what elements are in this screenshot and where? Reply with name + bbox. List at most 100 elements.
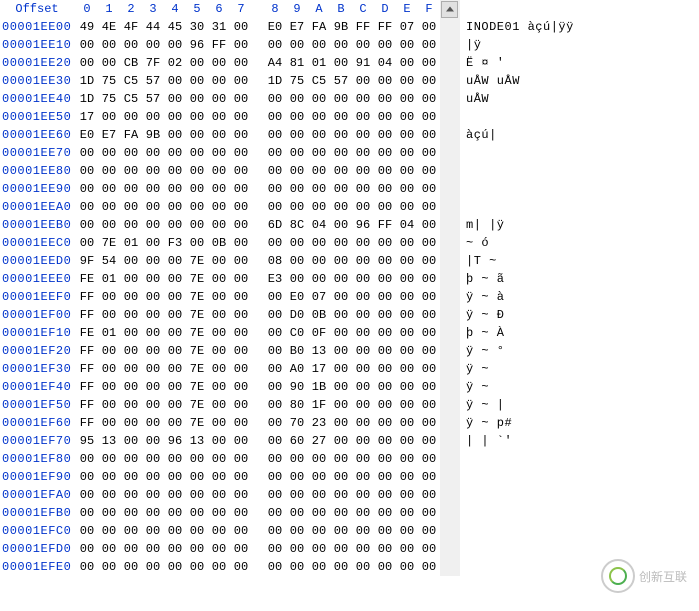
hex-byte[interactable]: 00 — [230, 432, 252, 450]
hex-byte[interactable]: 00 — [264, 126, 286, 144]
hex-byte[interactable]: 00 — [164, 522, 186, 540]
hex-byte[interactable]: 1D — [76, 72, 98, 90]
hex-byte[interactable]: 00 — [330, 342, 352, 360]
scroll-track[interactable] — [440, 324, 460, 342]
hex-byte[interactable]: 00 — [264, 198, 286, 216]
hex-byte[interactable]: 00 — [374, 144, 396, 162]
hex-byte[interactable]: 00 — [286, 198, 308, 216]
hex-byte[interactable]: B0 — [286, 342, 308, 360]
hex-byte[interactable]: 00 — [186, 198, 208, 216]
hex-byte[interactable]: 00 — [264, 324, 286, 342]
hex-byte[interactable]: 49 — [76, 18, 98, 36]
hex-byte[interactable]: FA — [120, 126, 142, 144]
hex-byte[interactable]: 00 — [308, 126, 330, 144]
hex-byte[interactable]: 00 — [374, 360, 396, 378]
ascii-cell[interactable]: ÿ ~ — [460, 378, 600, 396]
hex-byte[interactable]: 00 — [418, 504, 440, 522]
hex-byte[interactable]: 00 — [374, 108, 396, 126]
hex-byte[interactable]: FF — [76, 396, 98, 414]
hex-byte[interactable]: 00 — [164, 342, 186, 360]
hex-byte[interactable]: C5 — [120, 90, 142, 108]
ascii-cell[interactable]: | | `' — [460, 432, 600, 450]
hex-byte[interactable]: 00 — [308, 198, 330, 216]
hex-byte[interactable]: 00 — [208, 126, 230, 144]
hex-row[interactable]: 00001EFA00000000000000000000000000000000… — [0, 486, 600, 504]
scroll-track[interactable] — [440, 72, 460, 90]
hex-byte[interactable]: 00 — [186, 126, 208, 144]
scroll-track[interactable] — [440, 252, 460, 270]
hex-byte[interactable]: 00 — [330, 468, 352, 486]
hex-byte[interactable]: 00 — [230, 234, 252, 252]
hex-byte[interactable]: 00 — [418, 378, 440, 396]
hex-byte[interactable]: 00 — [396, 234, 418, 252]
hex-byte[interactable]: 00 — [264, 108, 286, 126]
hex-byte[interactable]: 00 — [352, 486, 374, 504]
hex-byte[interactable]: 00 — [142, 450, 164, 468]
hex-byte[interactable]: 00 — [418, 18, 440, 36]
hex-byte[interactable]: 9F — [76, 252, 98, 270]
scroll-track[interactable] — [440, 270, 460, 288]
hex-byte[interactable]: 00 — [230, 198, 252, 216]
hex-byte[interactable]: 7E — [186, 288, 208, 306]
ascii-cell[interactable] — [460, 198, 600, 216]
hex-byte[interactable]: 00 — [120, 144, 142, 162]
hex-byte[interactable]: 00 — [120, 486, 142, 504]
hex-byte[interactable]: 00 — [120, 288, 142, 306]
hex-byte[interactable]: 00 — [264, 540, 286, 558]
hex-byte[interactable]: 00 — [418, 90, 440, 108]
ascii-cell[interactable]: ÿ ~ — [460, 360, 600, 378]
hex-byte[interactable]: 00 — [264, 396, 286, 414]
hex-byte[interactable]: 00 — [142, 504, 164, 522]
hex-byte[interactable]: 00 — [396, 324, 418, 342]
hex-byte[interactable]: 00 — [208, 72, 230, 90]
hex-byte[interactable]: 00 — [230, 324, 252, 342]
hex-byte[interactable]: 00 — [374, 270, 396, 288]
hex-byte[interactable]: 00 — [374, 396, 396, 414]
scroll-track[interactable] — [440, 36, 460, 54]
ascii-cell[interactable]: ~ ó — [460, 234, 600, 252]
hex-byte[interactable]: 01 — [98, 324, 120, 342]
ascii-cell[interactable]: m| |ÿ — [460, 216, 600, 234]
hex-byte[interactable]: 00 — [264, 558, 286, 576]
hex-byte[interactable]: 81 — [286, 54, 308, 72]
hex-byte[interactable]: 00 — [418, 540, 440, 558]
hex-byte[interactable]: 00 — [230, 360, 252, 378]
hex-byte[interactable]: 00 — [396, 198, 418, 216]
ascii-cell[interactable]: àçú| — [460, 126, 600, 144]
hex-byte[interactable]: 96 — [186, 36, 208, 54]
hex-byte[interactable]: 00 — [76, 540, 98, 558]
hex-byte[interactable]: 00 — [374, 414, 396, 432]
hex-byte[interactable]: 00 — [396, 90, 418, 108]
hex-byte[interactable]: 00 — [76, 36, 98, 54]
hex-byte[interactable]: 00 — [418, 180, 440, 198]
hex-byte[interactable]: C0 — [286, 324, 308, 342]
hex-byte[interactable]: 00 — [352, 360, 374, 378]
hex-byte[interactable]: 00 — [186, 504, 208, 522]
hex-byte[interactable]: 60 — [286, 432, 308, 450]
hex-byte[interactable]: 00 — [418, 414, 440, 432]
hex-byte[interactable]: 00 — [186, 108, 208, 126]
hex-byte[interactable]: FF — [76, 378, 98, 396]
hex-byte[interactable]: 00 — [374, 522, 396, 540]
hex-byte[interactable]: 00 — [142, 414, 164, 432]
hex-byte[interactable]: 00 — [396, 486, 418, 504]
hex-byte[interactable]: 00 — [308, 486, 330, 504]
hex-byte[interactable]: 00 — [418, 198, 440, 216]
hex-byte[interactable]: 00 — [352, 342, 374, 360]
hex-byte[interactable]: 00 — [330, 108, 352, 126]
hex-byte[interactable]: F3 — [164, 234, 186, 252]
hex-byte[interactable]: 00 — [120, 522, 142, 540]
hex-byte[interactable]: 00 — [164, 558, 186, 576]
scroll-track[interactable] — [440, 522, 460, 540]
hex-byte[interactable]: 4E — [98, 18, 120, 36]
hex-byte[interactable]: 00 — [374, 378, 396, 396]
hex-byte[interactable]: 00 — [142, 522, 164, 540]
hex-byte[interactable]: 00 — [418, 108, 440, 126]
hex-byte[interactable]: 00 — [120, 378, 142, 396]
hex-byte[interactable]: 7E — [186, 342, 208, 360]
hex-byte[interactable]: 00 — [352, 504, 374, 522]
hex-byte[interactable]: 00 — [98, 450, 120, 468]
hex-row[interactable]: 00001EF709513000096130000006027000000000… — [0, 432, 600, 450]
hex-byte[interactable]: 00 — [142, 468, 164, 486]
hex-byte[interactable]: 00 — [230, 486, 252, 504]
